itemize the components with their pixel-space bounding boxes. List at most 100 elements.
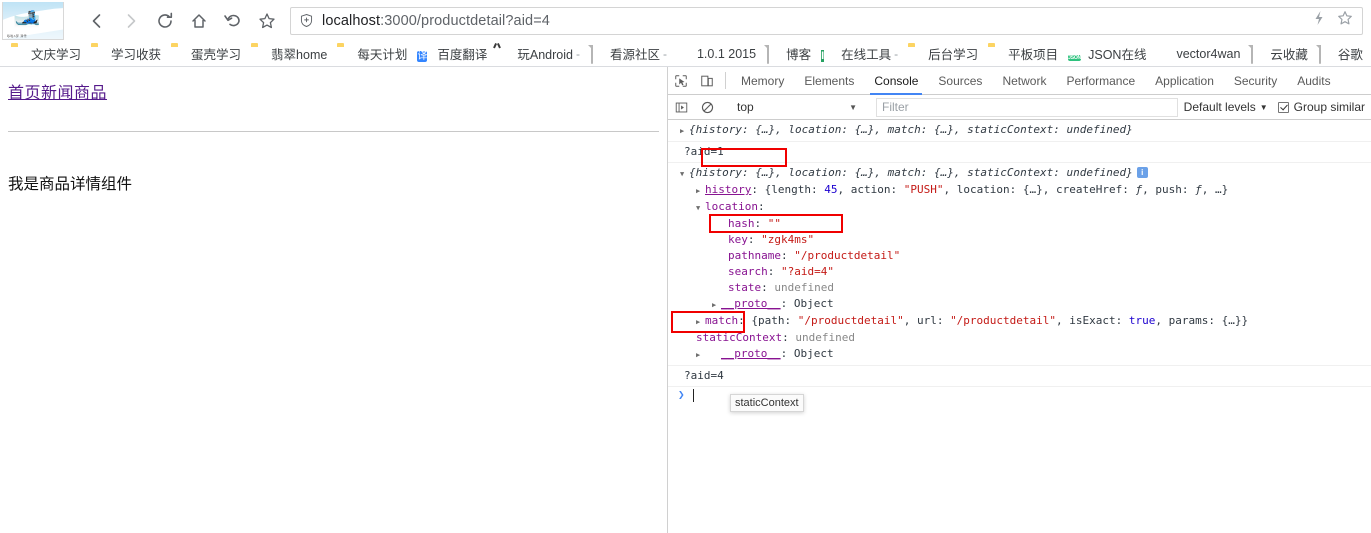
tab-audits[interactable]: Audits xyxy=(1287,67,1340,94)
bookmark-item[interactable]: 博客 xyxy=(761,43,816,65)
disclosure-triangle-icon[interactable] xyxy=(712,297,721,313)
bookmark-label: 每天计划 xyxy=(357,48,408,62)
bookmark-item[interactable]: 玩Android - xyxy=(492,43,585,65)
forward-button[interactable] xyxy=(114,4,148,38)
folder-icon xyxy=(988,46,1004,62)
console-log[interactable]: {history: {…}, location: {…}, match: {…}… xyxy=(668,120,1371,531)
bookmark-trailing: - xyxy=(662,46,667,61)
github-icon xyxy=(1156,46,1172,62)
devtools-tab-list: Memory Elements Console Sources Network Perfo… xyxy=(731,67,1341,95)
bookmark-item[interactable]: 翡翠home xyxy=(246,43,332,65)
prompt-caret-icon: ❯ xyxy=(678,388,685,401)
device-toolbar-icon[interactable] xyxy=(694,67,720,94)
console-prop-staticcontext: staticContext: undefined xyxy=(696,331,855,344)
bookmark-item[interactable]: 每天计划 xyxy=(332,43,412,65)
bookmark-item[interactable]: 蛋壳学习 xyxy=(166,43,246,65)
console-prop-proto-outer[interactable]: __proto__: Object xyxy=(668,346,1371,363)
folder-icon xyxy=(337,46,353,62)
back-button[interactable] xyxy=(80,4,114,38)
clear-console-icon[interactable] xyxy=(694,101,720,114)
console-entry[interactable]: {history: {…}, location: {…}, match: {…}… xyxy=(668,120,1371,142)
inspect-element-icon[interactable] xyxy=(668,67,694,94)
tab-elements[interactable]: Elements xyxy=(794,67,864,94)
bookmark-label: 云收藏 xyxy=(1270,48,1308,62)
tab-network[interactable]: Network xyxy=(992,67,1056,94)
page-icon xyxy=(590,44,606,64)
tab-memory[interactable]: Memory xyxy=(731,67,794,94)
address-bar[interactable]: localhost:3000/productdetail?aid=4 xyxy=(290,6,1363,35)
console-prop-history[interactable]: history: {length: 45, action: "PUSH", lo… xyxy=(668,182,1371,199)
reload-button[interactable] xyxy=(148,4,182,38)
bookmark-item[interactable]: 学习收获 xyxy=(86,43,166,65)
prop-key: search xyxy=(728,265,768,278)
disclosure-triangle-icon[interactable] xyxy=(696,314,705,330)
bookmark-trailing: - xyxy=(894,46,899,61)
console-filter-placeholder: Filter xyxy=(882,100,909,114)
bookmark-item[interactable]: 谷歌 xyxy=(1313,43,1368,65)
console-result-text: ?aid=4 xyxy=(684,369,724,382)
console-prop-location[interactable]: location: xyxy=(668,199,1371,216)
star-icon[interactable] xyxy=(1336,9,1354,32)
tab-sources[interactable]: Sources xyxy=(928,67,992,94)
console-result-text: ?aid=1 xyxy=(684,145,724,158)
folder-icon xyxy=(908,46,924,62)
console-filter-input[interactable]: Filter xyxy=(876,97,1178,117)
android-icon xyxy=(497,46,513,62)
bookmark-item[interactable]: vector4wan xyxy=(1151,43,1245,65)
tab-console[interactable]: Console xyxy=(864,67,928,95)
console-prop-key: key: "zgk4ms" xyxy=(728,233,815,246)
devtools-tabbar: Memory Elements Console Sources Network Perfo… xyxy=(668,67,1371,95)
bookmark-label: 平板项目 xyxy=(1008,48,1059,62)
favicon-character-icon: 🎿 xyxy=(13,3,41,29)
prop-value: Object xyxy=(793,347,834,360)
prop-value: undefined xyxy=(774,281,834,294)
baidu-fanyi-icon: 译 xyxy=(417,46,433,62)
baidu-fanyi-icon-glyph: 译 xyxy=(417,50,428,62)
address-bar-url: localhost:3000/productdetail?aid=4 xyxy=(322,13,1304,29)
group-similar-checkbox[interactable] xyxy=(1277,101,1289,113)
prop-key: location xyxy=(705,200,758,213)
console-prop-match[interactable]: match: {path: "/productdetail", url: "/p… xyxy=(668,313,1371,330)
tab-application[interactable]: Application xyxy=(1145,67,1224,94)
bookmark-item[interactable]: 平板项目 xyxy=(983,43,1063,65)
console-sidebar-icon[interactable] xyxy=(668,101,694,114)
console-object-expanded-header[interactable]: {history: {…}, location: {…}, match: {…}… xyxy=(668,165,1371,182)
page-nav-link[interactable]: 首页新闻商品 xyxy=(8,79,107,103)
disclosure-triangle-icon[interactable] xyxy=(680,123,689,139)
tool-t-icon-glyph: I xyxy=(821,49,825,62)
disclosure-triangle-icon[interactable] xyxy=(680,166,689,182)
console-prop-hash: hash: "" xyxy=(728,217,781,230)
bookmark-trailing: - xyxy=(575,46,580,61)
lightning-icon[interactable] xyxy=(1312,10,1326,31)
console-object-collapsed[interactable]: {history: {…}, location: {…}, match: {…}… xyxy=(668,122,1371,139)
bookmark-item[interactable]: I 在线工具 - xyxy=(816,43,903,65)
disclosure-triangle-icon[interactable] xyxy=(696,347,705,363)
tab-favicon[interactable]: 🎿 哆啦A梦 滑雪 xyxy=(2,1,64,40)
disclosure-triangle-icon[interactable] xyxy=(696,200,705,216)
text-cursor xyxy=(692,388,694,402)
bookmark-item[interactable]: 看源社区 - xyxy=(585,43,672,65)
console-context-selector[interactable]: top ▼ xyxy=(731,98,861,116)
console-filter-bar: top ▼ Filter Default levels ▼ Group simi… xyxy=(668,95,1371,120)
tab-security[interactable]: Security xyxy=(1224,67,1287,94)
folder-icon xyxy=(251,46,267,62)
console-prop-proto-inner[interactable]: __proto__: Object xyxy=(668,296,1371,313)
bookmark-item[interactable]: 后台学习 xyxy=(903,43,983,65)
bookmark-label: 蛋壳学习 xyxy=(191,48,242,62)
folder-icon xyxy=(11,46,27,62)
bookmark-item[interactable]: 云收藏 xyxy=(1245,43,1313,65)
bookmark-item[interactable]: 译百度翻译 xyxy=(412,43,492,65)
bookmark-item[interactable]: 文庆学习 xyxy=(6,43,86,65)
info-badge-icon[interactable]: i xyxy=(1136,167,1148,178)
bookmark-item[interactable]: JSON JSON在线 xyxy=(1063,43,1151,65)
home-button[interactable] xyxy=(182,4,216,38)
tab-performance[interactable]: Performance xyxy=(1056,67,1145,94)
history-back-arrow-icon[interactable] xyxy=(216,4,250,38)
bookmark-item[interactable]: 1.0.1 2015 xyxy=(672,43,761,65)
bookmark-star-icon[interactable] xyxy=(250,4,284,38)
bookmark-label: 文庆学习 xyxy=(31,48,82,62)
console-entry[interactable]: {history: {…}, location: {…}, match: {…}… xyxy=(668,163,1371,366)
console-level-selector[interactable]: Default levels ▼ xyxy=(1184,100,1268,114)
disclosure-triangle-icon[interactable] xyxy=(696,183,705,199)
page-icon xyxy=(1250,44,1266,64)
